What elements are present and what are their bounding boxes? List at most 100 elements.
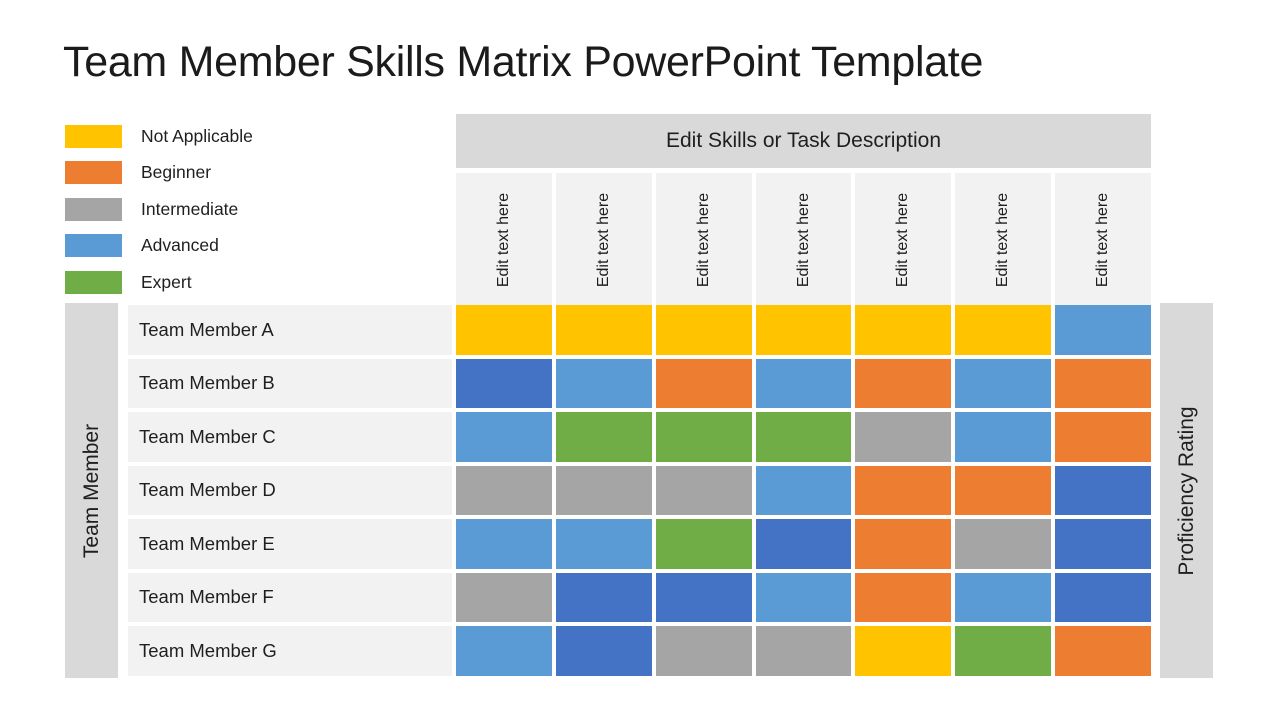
column-header-label: Edit text here: [894, 192, 912, 287]
legend-swatch: [65, 197, 122, 221]
column-header-label: Edit text here: [1094, 192, 1112, 287]
matrix-cell[interactable]: [855, 305, 952, 355]
legend-swatch: [65, 124, 122, 148]
skills-banner[interactable]: Edit Skills or Task Description: [456, 114, 1151, 168]
column-header-label: Edit text here: [694, 192, 712, 287]
column-header-label: Edit text here: [594, 192, 612, 287]
matrix-cell[interactable]: [555, 412, 652, 462]
row-cells: [456, 465, 1152, 515]
matrix-cell[interactable]: [555, 626, 652, 676]
matrix-cell[interactable]: [1055, 626, 1152, 676]
matrix-cell[interactable]: [855, 465, 952, 515]
table-row: Team Member G: [128, 626, 1152, 676]
matrix-cell[interactable]: [855, 572, 952, 622]
row-cells: [456, 305, 1152, 355]
legend-item[interactable]: Intermediate: [65, 191, 395, 228]
matrix-cell[interactable]: [855, 358, 952, 408]
column-header-cell[interactable]: Edit text here: [1055, 173, 1152, 306]
matrix-cell[interactable]: [955, 358, 1052, 408]
row-label[interactable]: Team Member G: [128, 626, 452, 676]
matrix-cell[interactable]: [755, 465, 852, 515]
matrix-cell[interactable]: [855, 412, 952, 462]
matrix-cell[interactable]: [955, 465, 1052, 515]
table-row: Team Member E: [128, 519, 1152, 569]
proficiency-rating-axis-bar: Proficiency Rating: [1160, 303, 1213, 678]
row-cells: [456, 519, 1152, 569]
page-title: Team Member Skills Matrix PowerPoint Tem…: [63, 38, 984, 86]
matrix-cell[interactable]: [855, 626, 952, 676]
matrix-cell[interactable]: [955, 626, 1052, 676]
column-header-cell[interactable]: Edit text here: [555, 173, 652, 306]
matrix-cell[interactable]: [655, 412, 752, 462]
row-label[interactable]: Team Member B: [128, 358, 452, 408]
matrix-cell[interactable]: [1055, 358, 1152, 408]
matrix-cell[interactable]: [655, 519, 752, 569]
matrix-cell[interactable]: [456, 572, 552, 622]
matrix-cell[interactable]: [456, 519, 552, 569]
matrix-cell[interactable]: [755, 519, 852, 569]
matrix-rows: Team Member A Team Member B Team Member CT…: [128, 305, 1152, 680]
matrix-cell[interactable]: [1055, 305, 1152, 355]
matrix-cell[interactable]: [555, 572, 652, 622]
matrix-cell[interactable]: [555, 358, 652, 408]
row-label[interactable]: Team Member E: [128, 519, 452, 569]
legend-swatch: [65, 270, 122, 294]
legend-item[interactable]: Not Applicable: [65, 118, 395, 155]
column-header-cell[interactable]: Edit text here: [955, 173, 1052, 306]
column-header-cell[interactable]: Edit text here: [456, 173, 552, 306]
matrix-cell[interactable]: [555, 519, 652, 569]
matrix-cell[interactable]: [955, 305, 1052, 355]
table-row: Team Member F: [128, 572, 1152, 622]
proficiency-rating-axis-label: Proficiency Rating: [1174, 405, 1198, 576]
matrix-cell[interactable]: [755, 358, 852, 408]
matrix-cell[interactable]: [655, 626, 752, 676]
legend-item[interactable]: Advanced: [65, 228, 395, 265]
legend-item-label: Beginner: [141, 162, 212, 183]
matrix-cell[interactable]: [1055, 519, 1152, 569]
team-member-axis-label: Team Member: [79, 423, 103, 558]
row-cells: [456, 358, 1152, 408]
matrix-cell[interactable]: [1055, 465, 1152, 515]
matrix-cell[interactable]: [955, 519, 1052, 569]
column-header-cell[interactable]: Edit text here: [855, 173, 952, 306]
legend-item-label: Advanced: [141, 235, 219, 256]
row-cells: [456, 626, 1152, 676]
matrix-cell[interactable]: [456, 305, 552, 355]
legend-swatch: [65, 234, 122, 258]
matrix-cell[interactable]: [755, 305, 852, 355]
legend-item[interactable]: Expert: [65, 264, 395, 301]
matrix-cell[interactable]: [456, 465, 552, 515]
matrix-cell[interactable]: [456, 358, 552, 408]
row-label[interactable]: Team Member D: [128, 465, 452, 515]
matrix-cell[interactable]: [555, 305, 652, 355]
matrix-cell[interactable]: [1055, 572, 1152, 622]
matrix-cell[interactable]: [555, 465, 652, 515]
column-header-cell[interactable]: Edit text here: [755, 173, 852, 306]
column-header-row: Edit text here Edit text here Edit text he…: [456, 173, 1152, 306]
row-cells: [456, 572, 1152, 622]
table-row: Team Member D: [128, 465, 1152, 515]
matrix-cell[interactable]: [456, 626, 552, 676]
row-label[interactable]: Team Member A: [128, 305, 452, 355]
matrix-cell[interactable]: [755, 572, 852, 622]
matrix-cell[interactable]: [456, 412, 552, 462]
legend: Not Applicable Beginner Intermediate Advanc…: [65, 118, 395, 301]
matrix-cell[interactable]: [755, 412, 852, 462]
matrix-cell[interactable]: [655, 305, 752, 355]
legend-swatch: [65, 161, 122, 185]
matrix-cell[interactable]: [955, 412, 1052, 462]
legend-item-label: Expert: [141, 271, 192, 292]
row-label[interactable]: Team Member C: [128, 412, 452, 462]
matrix-cell[interactable]: [1055, 412, 1152, 462]
matrix-cell[interactable]: [955, 572, 1052, 622]
skills-banner-label: Edit Skills or Task Description: [665, 129, 942, 152]
matrix-cell[interactable]: [855, 519, 952, 569]
row-label[interactable]: Team Member F: [128, 572, 452, 622]
matrix-cell[interactable]: [655, 465, 752, 515]
legend-item[interactable]: Beginner: [65, 155, 395, 192]
matrix-cell[interactable]: [755, 626, 852, 676]
matrix-cell[interactable]: [655, 358, 752, 408]
table-row: Team Member A: [128, 305, 1152, 355]
column-header-cell[interactable]: Edit text here: [655, 173, 752, 306]
matrix-cell[interactable]: [655, 572, 752, 622]
